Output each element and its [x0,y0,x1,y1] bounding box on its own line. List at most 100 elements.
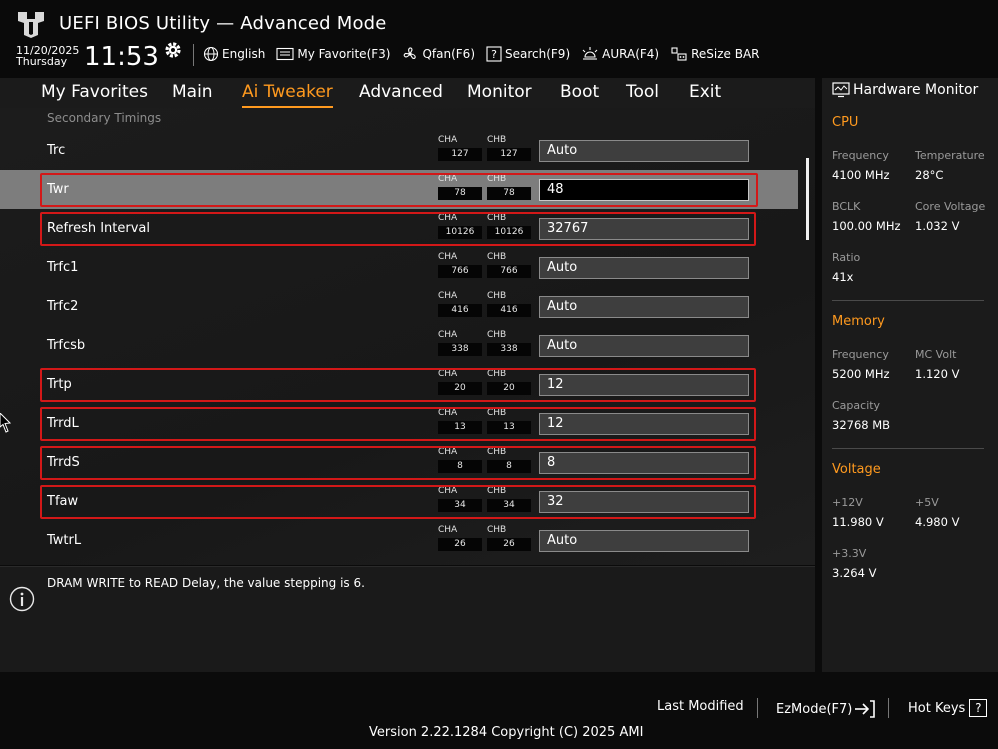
tab-tool[interactable]: Tool [626,82,659,102]
channel-a-value: 766 [438,265,482,278]
my-favorite-button[interactable]: My Favorite(F3) [276,47,390,61]
resize-bar-button[interactable]: ReSize BAR [670,46,760,62]
setting-value-field[interactable]: 12 [539,413,749,435]
info-icon [9,586,35,612]
section-divider [832,300,984,301]
channel-b-label: CHB [487,291,507,301]
v12-label: +12V [832,496,863,509]
channel-b-label: CHB [487,135,507,145]
channel-b-readout: CHB 416 [487,290,531,317]
channel-a-readout: CHA 766 [438,251,482,278]
voltage-heading: Voltage [832,462,881,477]
setting-label: TrrdS [47,455,80,470]
tab-monitor[interactable]: Monitor [467,82,532,102]
tab-advanced[interactable]: Advanced [359,82,443,102]
memory-frequency-value: 5200 MHz [832,367,890,381]
tab-main[interactable]: Main [172,82,213,102]
resize-bar-label: ReSize BAR [691,47,760,61]
ratio-label: Ratio [832,251,861,264]
help-text: DRAM WRITE to READ Delay, the value step… [47,576,365,590]
tab-exit[interactable]: Exit [689,82,721,102]
setting-row-twr[interactable]: Twr CHA 78 CHB 78 48 [0,170,798,209]
setting-row-trrds[interactable]: TrrdS CHA 8 CHB 8 8 [0,443,798,482]
memory-frequency-label: Frequency [832,348,889,361]
section-label: Secondary Timings [47,111,162,125]
resize-bar-icon [671,47,687,61]
setting-value-field[interactable]: Auto [539,530,749,552]
app-title: UEFI BIOS Utility — Advanced Mode [59,13,387,34]
core-voltage-value: 1.032 V [915,219,960,233]
setting-row-trfcsb[interactable]: Trfcsb CHA 338 CHB 338 Auto [0,326,798,365]
channel-a-label: CHA [438,252,458,262]
search-button[interactable]: ? Search(F9) [486,46,570,62]
channel-a-value: 10126 [438,226,482,239]
qfan-label: Qfan(F6) [422,47,475,61]
aura-button[interactable]: AURA(F4) [581,46,659,62]
setting-value-field[interactable]: Auto [539,257,749,279]
channel-b-label: CHB [487,447,507,457]
cpu-temperature-label: Temperature [915,149,985,162]
channel-a-value: 338 [438,343,482,356]
channel-a-value: 13 [438,421,482,434]
hot-keys-label: Hot Keys [908,700,966,716]
setting-value-field[interactable]: 48 [539,179,749,201]
setting-value-field[interactable]: 8 [539,452,749,474]
footer-divider [888,698,889,718]
language-button[interactable]: English [203,46,265,62]
setting-row-trrdl[interactable]: TrrdL CHA 13 CHB 13 12 [0,404,798,443]
channel-b-label: CHB [487,486,507,496]
bclk-label: BCLK [832,200,861,213]
setting-value-field[interactable]: 32 [539,491,749,513]
ezmode-button[interactable]: EzMode(F7) [776,699,876,719]
qfan-button[interactable]: Qfan(F6) [401,46,475,62]
setting-value-field[interactable]: Auto [539,140,749,162]
cpu-frequency-label: Frequency [832,149,889,162]
channel-a-label: CHA [438,330,458,340]
aura-icon [582,47,598,60]
v33-label: +3.3V [832,547,867,560]
capacity-value: 32768 MB [832,418,891,432]
hardware-monitor-panel: Hardware Monitor CPU Frequency Temperatu… [822,78,998,672]
setting-value-field[interactable]: Auto [539,335,749,357]
setting-row-refresh-interval[interactable]: Refresh Interval CHA 10126 CHB 10126 32767 [0,209,798,248]
channel-b-value: 10126 [487,226,531,239]
help-panel: DRAM WRITE to READ Delay, the value step… [0,566,815,672]
channel-b-readout: CHB 26 [487,524,531,551]
channel-a-label: CHA [438,213,458,223]
section-divider [832,448,984,449]
channel-b-value: 127 [487,148,531,161]
channel-a-readout: CHA 416 [438,290,482,317]
tab-my-favorites[interactable]: My Favorites [41,82,148,102]
day-display: Thursday [16,55,68,68]
setting-row-twtrl[interactable]: TwtrL CHA 26 CHB 26 Auto [0,521,798,560]
setting-row-trfc2[interactable]: Trfc2 CHA 416 CHB 416 Auto [0,287,798,326]
header-bar: UEFI BIOS Utility — Advanced Mode 11/20/… [0,0,998,78]
setting-label: Twr [47,182,69,197]
mc-volt-value: 1.120 V [915,367,960,381]
tab-ai-tweaker[interactable]: Ai Tweaker [242,82,333,108]
v5-value: 4.980 V [915,515,960,529]
tab-boot[interactable]: Boot [560,82,599,102]
setting-value-field[interactable]: 12 [539,374,749,396]
channel-b-label: CHB [487,174,507,184]
setting-value-field[interactable]: 32767 [539,218,749,240]
channel-b-readout: CHB 766 [487,251,531,278]
channel-b-value: 26 [487,538,531,551]
gear-icon[interactable] [163,40,183,60]
setting-row-trc[interactable]: Trc CHA 127 CHB 127 Auto [0,131,798,170]
setting-row-trtp[interactable]: Trtp CHA 20 CHB 20 12 [0,365,798,404]
scrollbar-thumb[interactable] [806,158,809,240]
channel-b-value: 416 [487,304,531,317]
channel-a-label: CHA [438,486,458,496]
search-label: Search(F9) [505,47,571,61]
setting-row-trfc1[interactable]: Trfc1 CHA 766 CHB 766 Auto [0,248,798,287]
channel-a-value: 26 [438,538,482,551]
hot-keys-button[interactable]: Hot Keys ? [908,699,988,717]
tuf-logo-icon [18,12,44,38]
channel-a-value: 78 [438,187,482,200]
version-text: Version 2.22.1284 Copyright (C) 2025 AMI [369,725,644,740]
channel-a-readout: CHA 13 [438,407,482,434]
setting-value-field[interactable]: Auto [539,296,749,318]
setting-row-tfaw[interactable]: Tfaw CHA 34 CHB 34 32 [0,482,798,521]
last-modified-button[interactable]: Last Modified [657,699,744,714]
